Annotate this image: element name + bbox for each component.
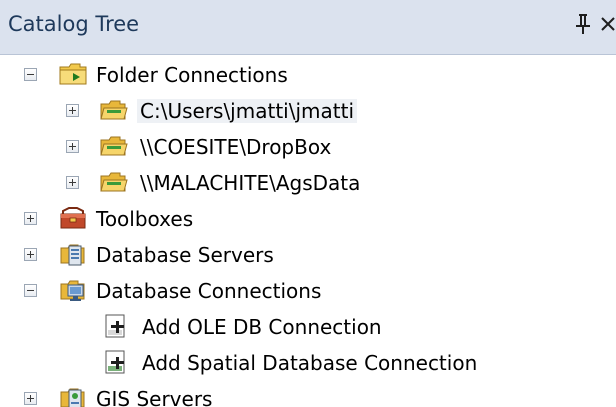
add-connection-icon (105, 350, 125, 374)
catalog-tree-panel: Catalog Tree Folder Connections C:\Users… (0, 0, 616, 407)
database-connections-icon (60, 280, 85, 301)
expand-toggle[interactable] (66, 104, 79, 117)
tree-node-label: GIS Servers (96, 387, 213, 407)
panel-titlebar: Catalog Tree (0, 0, 616, 55)
tree-node-label: \\MALACHITE\AgsData (140, 171, 361, 195)
expand-toggle[interactable] (24, 392, 37, 405)
catalog-tree: Folder Connections C:\Users\jmatti\jmatt… (0, 55, 616, 407)
expand-toggle[interactable] (24, 212, 37, 225)
tree-node-folder-coesite-dropbox[interactable]: \\COESITE\DropBox (0, 129, 616, 165)
collapse-toggle[interactable] (24, 68, 37, 81)
gis-servers-icon (60, 388, 85, 407)
folder-icon (100, 100, 128, 120)
tree-node-label: C:\Users\jmatti\jmatti (137, 99, 357, 123)
tree-node-folder-connections[interactable]: Folder Connections (0, 57, 616, 93)
tree-node-database-connections[interactable]: Database Connections (0, 273, 616, 309)
folder-icon (100, 172, 128, 192)
tree-node-label: Add Spatial Database Connection (142, 351, 478, 375)
close-icon[interactable] (600, 14, 616, 34)
tree-node-folder-malachite-agsdata[interactable]: \\MALACHITE\AgsData (0, 165, 616, 201)
tree-node-add-spatial-database-connection[interactable]: Add Spatial Database Connection (0, 345, 616, 381)
tree-node-label: Folder Connections (96, 63, 288, 87)
folder-icon (100, 136, 128, 156)
expand-toggle[interactable] (66, 176, 79, 189)
collapse-toggle[interactable] (24, 284, 37, 297)
tree-node-label: Database Connections (96, 279, 322, 303)
tree-node-folder-jmatti[interactable]: C:\Users\jmatti\jmatti (0, 93, 616, 129)
panel-title: Catalog Tree (8, 12, 140, 36)
database-servers-icon (60, 244, 85, 266)
expand-toggle[interactable] (24, 248, 37, 261)
tree-node-label: Database Servers (96, 243, 274, 267)
tree-node-database-servers[interactable]: Database Servers (0, 237, 616, 273)
tree-node-toolboxes[interactable]: Toolboxes (0, 201, 616, 237)
toolbox-icon (60, 207, 86, 229)
tree-node-add-ole-db-connection[interactable]: Add OLE DB Connection (0, 309, 616, 345)
pin-icon[interactable] (574, 12, 592, 36)
add-connection-icon (105, 314, 125, 338)
folder-connections-icon (59, 63, 87, 85)
tree-node-label: Add OLE DB Connection (142, 315, 382, 339)
tree-node-label: \\COESITE\DropBox (140, 135, 332, 159)
tree-node-label: Toolboxes (96, 207, 194, 231)
tree-node-gis-servers[interactable]: GIS Servers (0, 381, 616, 407)
expand-toggle[interactable] (66, 140, 79, 153)
